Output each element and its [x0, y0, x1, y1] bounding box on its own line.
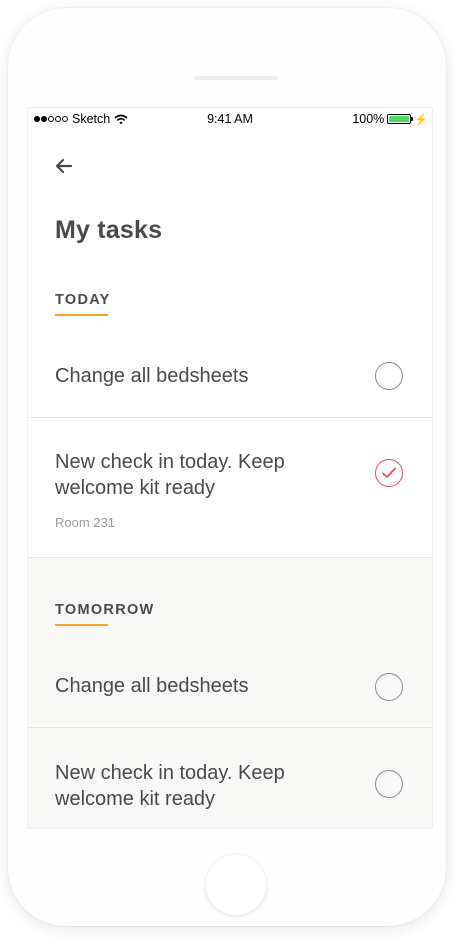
task-row[interactable]: Change all bedsheets — [28, 335, 432, 418]
status-right: 100% ⚡ — [352, 112, 428, 126]
section-header-today: TODAY — [55, 292, 111, 308]
task-text: New check in today. Keep welcome kit rea… — [55, 451, 285, 499]
section-today: TODAY Change all bedsheets New check in … — [28, 258, 432, 558]
battery-icon — [387, 114, 414, 124]
task-checkbox-checked[interactable] — [375, 459, 403, 487]
battery-percentage: 100% — [352, 112, 385, 126]
charging-bolt-icon: ⚡ — [414, 113, 428, 126]
task-row[interactable]: Change all bedsheets — [28, 645, 432, 728]
task-row[interactable]: New check in today. Keep welcome kit rea… — [28, 418, 432, 558]
section-underline — [55, 624, 108, 626]
home-button[interactable] — [206, 855, 266, 915]
task-checkbox-unchecked[interactable] — [375, 770, 403, 798]
checkmark-icon — [382, 467, 396, 478]
task-text: Change all bedsheets — [55, 365, 249, 387]
arrow-left-icon — [55, 158, 73, 174]
task-checkbox-unchecked[interactable] — [375, 673, 403, 701]
section-underline — [55, 314, 108, 316]
status-bar: Sketch 9:41 AM 100% ⚡ — [28, 108, 432, 130]
section-header-tomorrow: TOMORROW — [55, 602, 155, 618]
app-screen: Sketch 9:41 AM 100% ⚡ My tasks TODAY Cha… — [28, 108, 432, 828]
task-checkbox-unchecked[interactable] — [375, 362, 403, 390]
back-button[interactable] — [50, 152, 78, 180]
speaker-grille — [194, 76, 278, 80]
task-text: New check in today. Keep welcome kit rea… — [55, 762, 285, 810]
task-text: Change all bedsheets — [55, 675, 249, 697]
task-room-label: Room 231 — [55, 515, 115, 530]
page-title: My tasks — [55, 216, 163, 244]
section-tomorrow: TOMORROW Change all bedsheets New check … — [28, 558, 432, 828]
task-row[interactable]: New check in today. Keep welcome kit rea… — [28, 728, 432, 828]
